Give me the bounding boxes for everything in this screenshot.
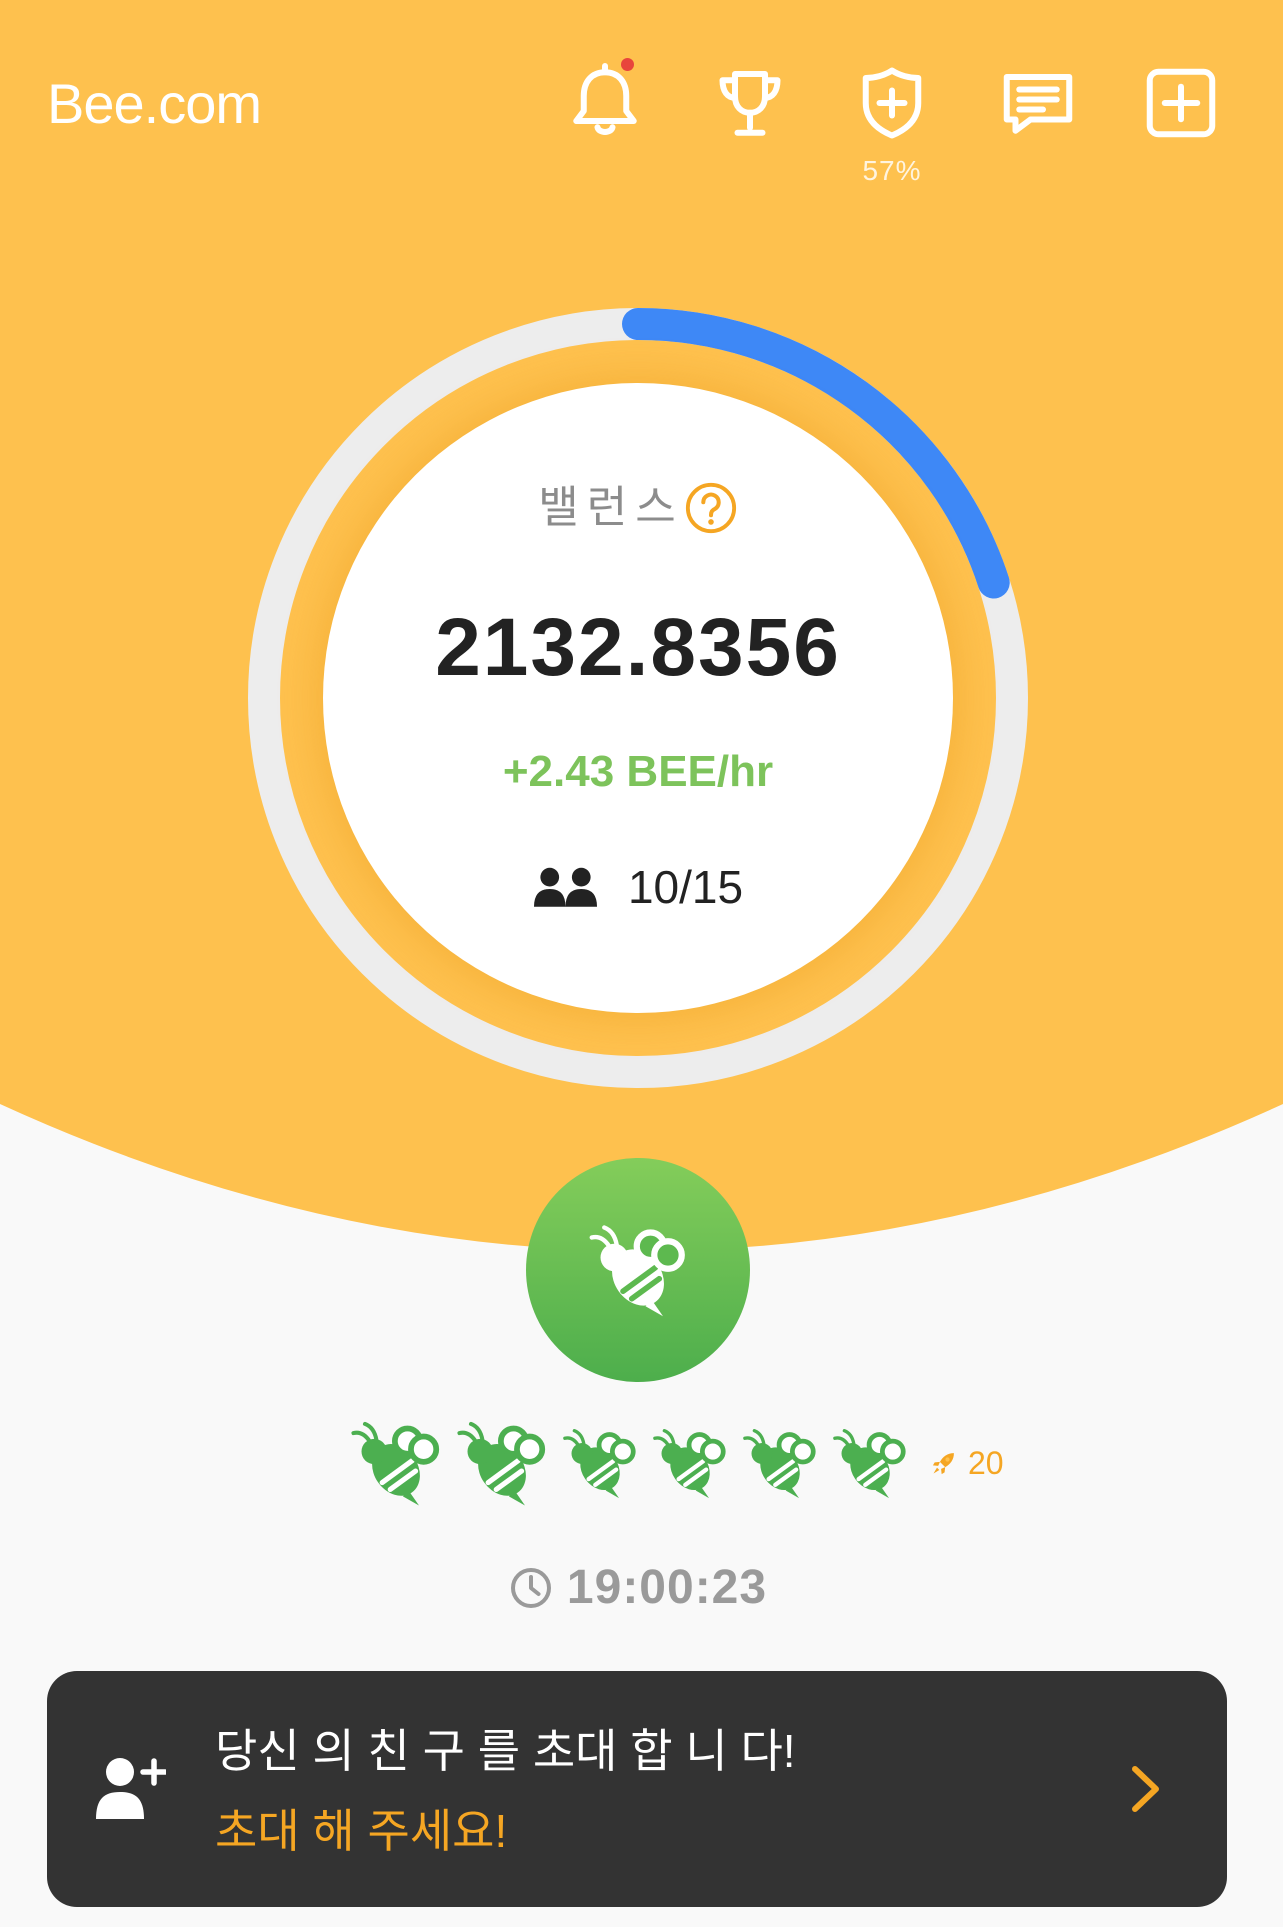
- mining-rate: +2.43 BEE/hr: [502, 747, 774, 796]
- chevron-right-icon[interactable]: [1127, 1761, 1164, 1817]
- people-icon: [533, 867, 597, 907]
- rocket-icon: [932, 1453, 954, 1475]
- person-add-icon: [96, 1758, 166, 1819]
- balance-value-row: 2132.8356: [323, 600, 953, 696]
- team-row: 10/15: [323, 862, 953, 912]
- app-logo: Bee.com: [47, 72, 262, 135]
- chat-button[interactable]: [998, 62, 1078, 142]
- balance-value: 2132.8356: [435, 602, 841, 693]
- shield-button[interactable]: [852, 63, 932, 143]
- bell-icon: [573, 63, 637, 135]
- bee-icon: [562, 1425, 638, 1501]
- bee-icon: [832, 1425, 908, 1501]
- notification-dot: [621, 58, 634, 71]
- bee-icon: [652, 1425, 728, 1501]
- balance-label: 밸런스: [538, 483, 684, 532]
- question-circle-icon[interactable]: [684, 481, 738, 535]
- bee-icon: [350, 1417, 442, 1509]
- bee-icon: [456, 1417, 548, 1509]
- team-count: 10/15: [627, 861, 744, 913]
- chat-icon: [1003, 74, 1073, 134]
- bee-icon: [742, 1425, 818, 1501]
- invite-title: 당신 의 친 구 를 초대 합 니 다!: [215, 1725, 796, 1777]
- timer-row: 19:00:23: [323, 1560, 953, 1616]
- add-button[interactable]: [1141, 63, 1221, 143]
- balance-card: [323, 383, 953, 1013]
- team-bees-row: 20: [350, 1415, 1004, 1511]
- bee-icon: [588, 1220, 688, 1320]
- mining-rate-row: +2.43 BEE/hr: [323, 746, 953, 798]
- trophy-icon: [719, 71, 781, 136]
- shield-percent: 57%: [862, 155, 922, 186]
- clock-icon: [510, 1568, 551, 1608]
- shield-plus-icon: [862, 67, 922, 139]
- invite-subtitle: 초대 해 주세요!: [215, 1805, 508, 1857]
- timer-value: 19:00:23: [566, 1561, 768, 1614]
- boost-value: 20: [968, 1445, 1004, 1481]
- invite-banner[interactable]: 당신 의 친 구 를 초대 합 니 다! 초대 해 주세요!: [47, 1671, 1227, 1907]
- team-bees-list: [350, 1417, 908, 1509]
- balance-label-row: 밸런스: [323, 480, 953, 536]
- trophy-button[interactable]: [710, 64, 790, 144]
- notifications-button[interactable]: [565, 58, 645, 141]
- plus-square-icon: [1146, 68, 1216, 138]
- mine-button[interactable]: [526, 1158, 750, 1382]
